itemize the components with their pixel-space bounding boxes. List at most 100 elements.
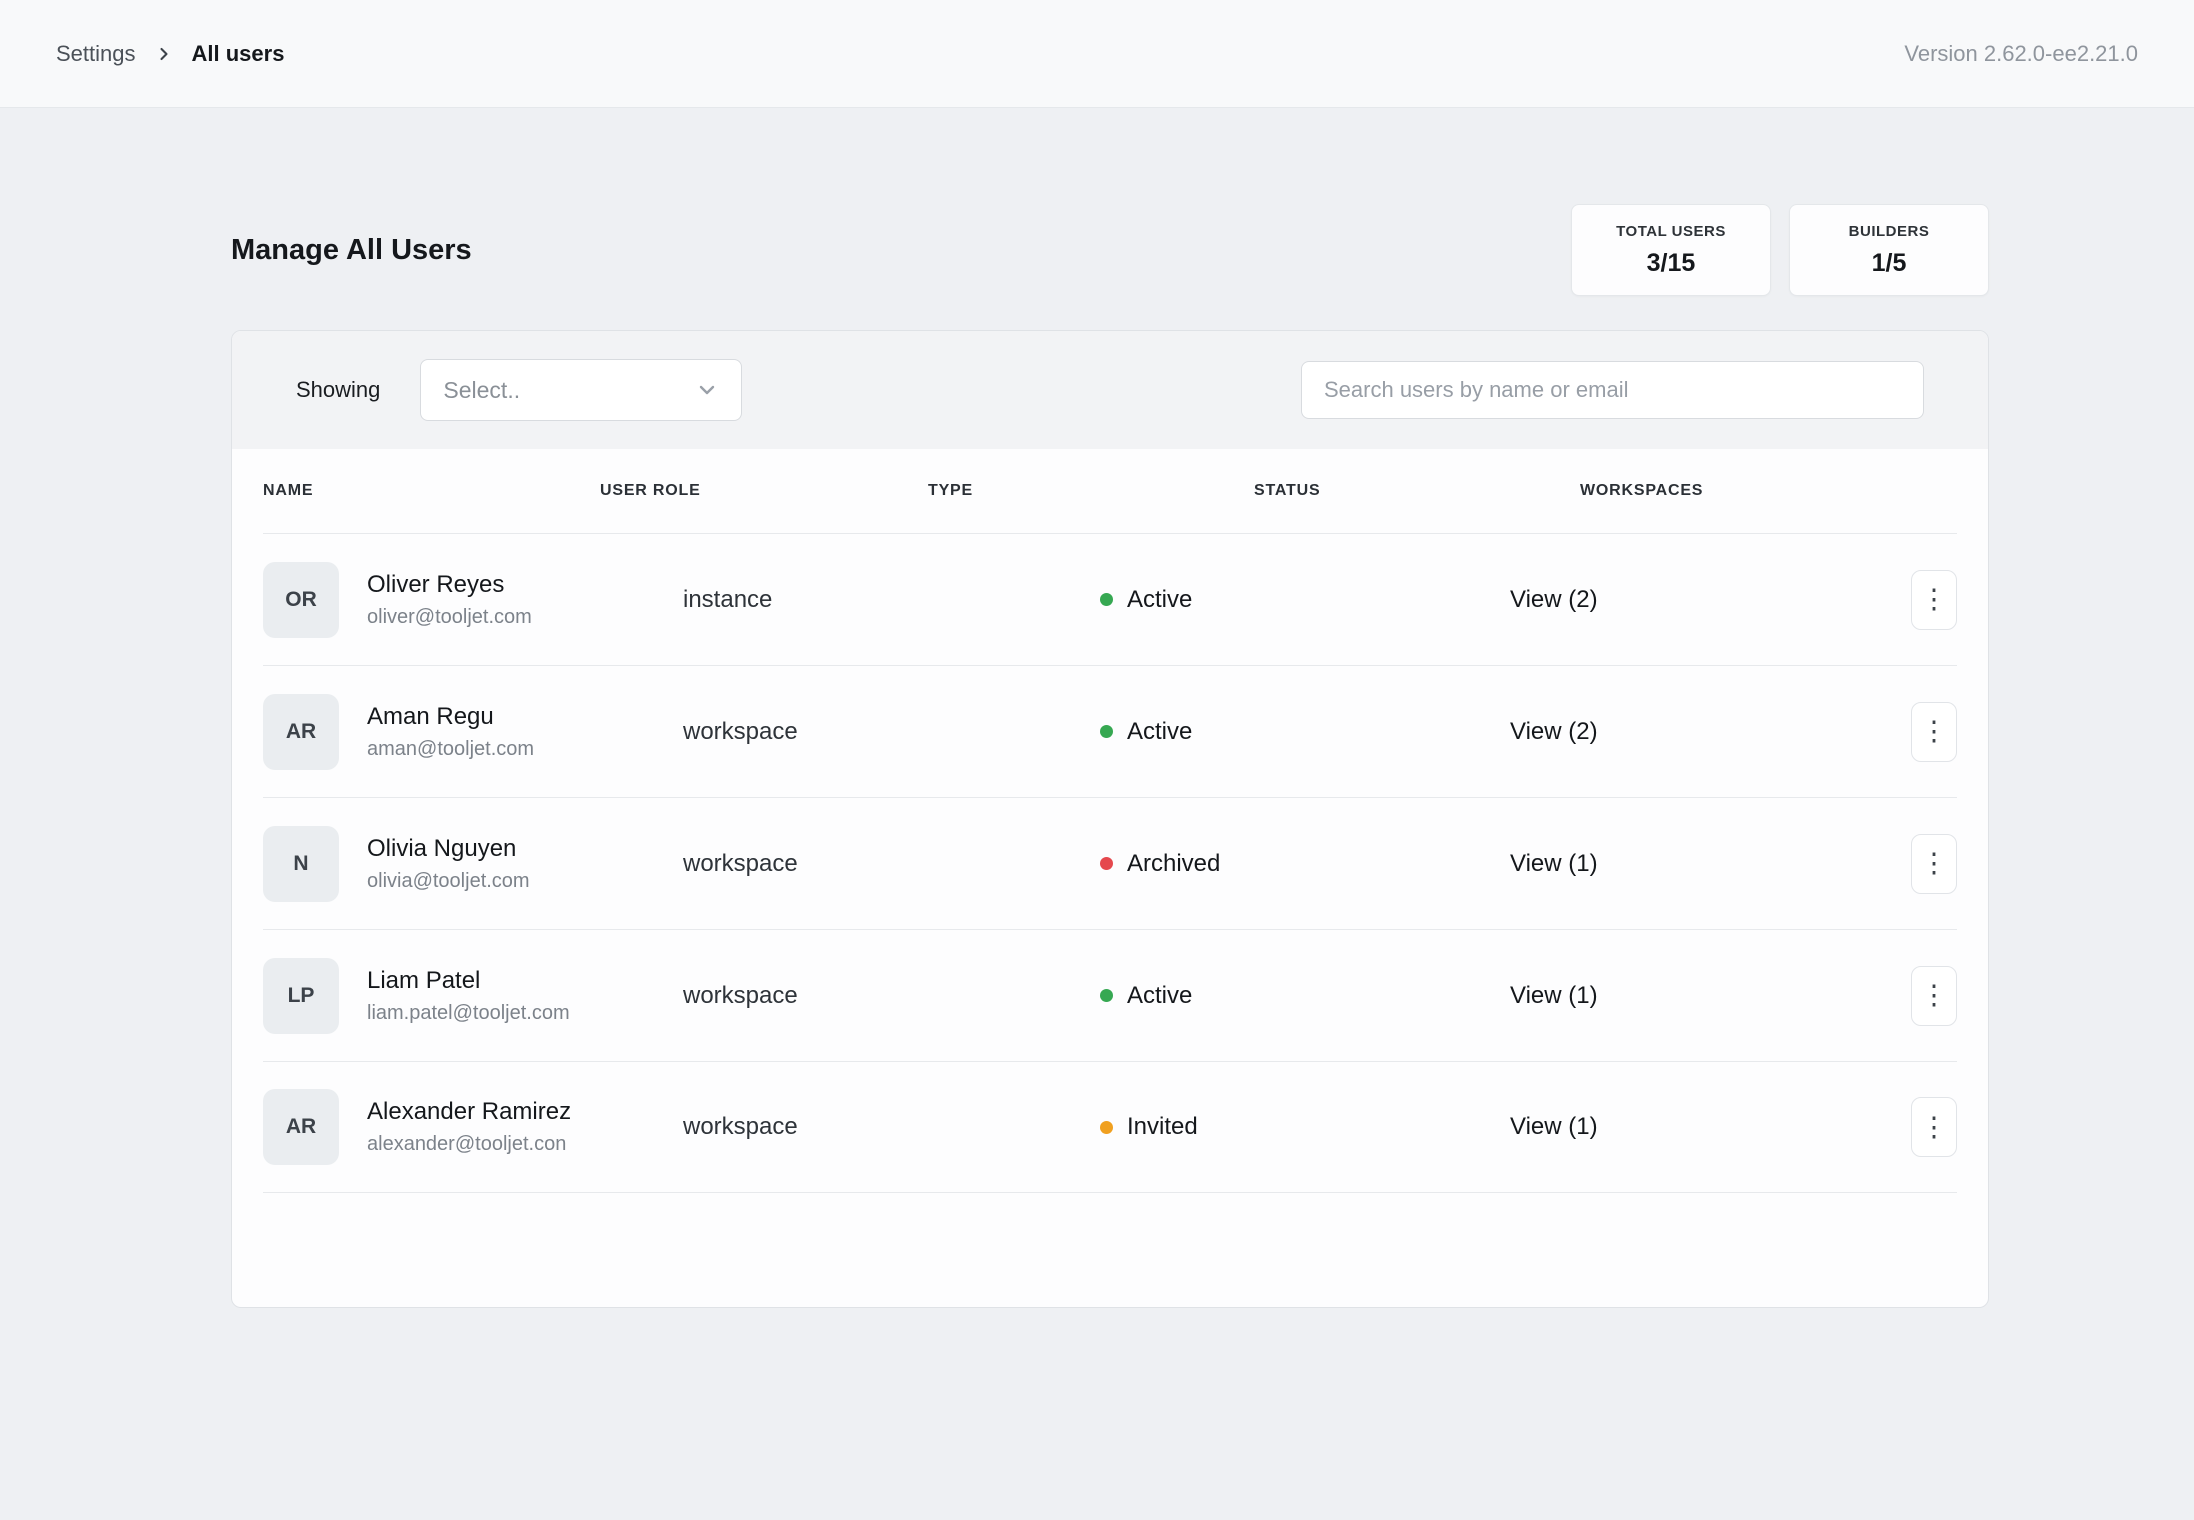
user-email: liam.patel@tooljet.com [367, 1002, 570, 1025]
user-email: oliver@tooljet.com [367, 606, 532, 629]
name-cell: N Olivia Nguyen olivia@tooljet.com [263, 826, 683, 902]
user-email: aman@tooljet.com [367, 738, 534, 761]
search-input[interactable] [1301, 361, 1924, 419]
view-workspaces-link[interactable]: View (2) [1510, 718, 1598, 745]
status-dot-icon [1100, 1121, 1113, 1134]
row-menu-button[interactable]: ⋮ [1911, 1097, 1957, 1157]
view-workspaces-link[interactable]: View (1) [1510, 982, 1598, 1009]
user-role: workspace [683, 718, 1100, 746]
workspaces-cell: View (2) [1510, 586, 1820, 614]
row-menu-button[interactable]: ⋮ [1911, 966, 1957, 1026]
chevron-right-icon [154, 44, 174, 64]
user-name: Alexander Ramirez [367, 1098, 571, 1126]
user-name: Olivia Nguyen [367, 835, 530, 863]
total-users-value: 3/15 [1647, 249, 1696, 278]
column-header-status: STATUS [1254, 482, 1580, 500]
user-email: alexander@tooljet.con [367, 1133, 571, 1156]
user-name: Liam Patel [367, 967, 570, 995]
column-header-user-role: USER ROLE [600, 482, 928, 500]
status-dot-icon [1100, 857, 1113, 870]
status-label: Archived [1127, 850, 1220, 878]
kebab-icon: ⋮ [1921, 1114, 1948, 1141]
user-role: workspace [683, 850, 1100, 878]
actions-cell: ⋮ [1820, 702, 1957, 762]
kebab-icon: ⋮ [1921, 982, 1948, 1009]
breadcrumb-current: All users [192, 41, 285, 67]
status-dot-icon [1100, 989, 1113, 1002]
status-label: Active [1127, 586, 1192, 614]
status-label: Invited [1127, 1113, 1198, 1141]
view-workspaces-link[interactable]: View (1) [1510, 850, 1598, 877]
table-row: N Olivia Nguyen olivia@tooljet.com works… [263, 797, 1957, 929]
view-workspaces-link[interactable]: View (1) [1510, 1113, 1598, 1140]
avatar: OR [263, 562, 339, 638]
status-dot-icon [1100, 593, 1113, 606]
column-header-type: TYPE [928, 482, 1254, 500]
column-header-name: NAME [263, 482, 600, 500]
actions-cell: ⋮ [1820, 834, 1957, 894]
top-bar: Settings All users Version 2.62.0-ee2.21… [0, 0, 2194, 108]
user-name: Oliver Reyes [367, 571, 532, 599]
status-badge: Active [1100, 982, 1510, 1010]
total-users-label: TOTAL USERS [1616, 223, 1726, 240]
status-badge: Active [1100, 718, 1510, 746]
avatar: AR [263, 694, 339, 770]
breadcrumb: Settings All users [56, 41, 284, 67]
stat-cards: TOTAL USERS 3/15 BUILDERS 1/5 [1571, 204, 1989, 296]
avatar: N [263, 826, 339, 902]
column-header-workspaces: WORKSPACES [1580, 482, 1957, 500]
status-label: Active [1127, 982, 1192, 1010]
builders-label: BUILDERS [1849, 223, 1930, 240]
user-role: workspace [683, 982, 1100, 1010]
total-users-card: TOTAL USERS 3/15 [1571, 204, 1771, 296]
row-menu-button[interactable]: ⋮ [1911, 570, 1957, 630]
page-title: Manage All Users [231, 234, 472, 267]
workspaces-cell: View (1) [1510, 850, 1820, 878]
status-label: Active [1127, 718, 1192, 746]
table-header-row: NAME USER ROLE TYPE STATUS WORKSPACES [263, 449, 1957, 533]
status-filter-value: Select.. [443, 377, 520, 404]
status-badge: Active [1100, 586, 1510, 614]
main-content: Manage All Users TOTAL USERS 3/15 BUILDE… [231, 204, 1989, 1308]
workspaces-cell: View (1) [1510, 982, 1820, 1010]
row-menu-button[interactable]: ⋮ [1911, 834, 1957, 894]
status-badge: Archived [1100, 850, 1510, 878]
table-row: OR Oliver Reyes oliver@tooljet.com insta… [263, 533, 1957, 665]
actions-cell: ⋮ [1820, 570, 1957, 630]
kebab-icon: ⋮ [1921, 718, 1948, 745]
showing-label: Showing [296, 377, 380, 403]
user-role: instance [683, 586, 1100, 614]
table-row: AR Aman Regu aman@tooljet.com workspace … [263, 665, 1957, 797]
title-row: Manage All Users TOTAL USERS 3/15 BUILDE… [231, 204, 1989, 296]
avatar: LP [263, 958, 339, 1034]
workspaces-cell: View (1) [1510, 1113, 1820, 1141]
user-email: olivia@tooljet.com [367, 870, 530, 893]
actions-cell: ⋮ [1820, 1097, 1957, 1157]
table-row: LP Liam Patel liam.patel@tooljet.com wor… [263, 929, 1957, 1061]
actions-cell: ⋮ [1820, 966, 1957, 1026]
name-cell: AR Aman Regu aman@tooljet.com [263, 694, 683, 770]
table-row: AR Alexander Ramirez alexander@tooljet.c… [263, 1061, 1957, 1193]
avatar: AR [263, 1089, 339, 1165]
view-workspaces-link[interactable]: View (2) [1510, 586, 1598, 613]
user-role: workspace [683, 1113, 1100, 1141]
status-filter-select[interactable]: Select.. [420, 359, 742, 421]
users-panel: Showing Select.. NAME USER ROLE TYPE STA… [231, 330, 1989, 1308]
builders-value: 1/5 [1872, 249, 1907, 278]
kebab-icon: ⋮ [1921, 586, 1948, 613]
kebab-icon: ⋮ [1921, 850, 1948, 877]
name-cell: AR Alexander Ramirez alexander@tooljet.c… [263, 1089, 683, 1165]
users-table: NAME USER ROLE TYPE STATUS WORKSPACES OR… [232, 449, 1988, 1193]
name-cell: LP Liam Patel liam.patel@tooljet.com [263, 958, 683, 1034]
status-badge: Invited [1100, 1113, 1510, 1141]
status-dot-icon [1100, 725, 1113, 738]
user-name: Aman Regu [367, 703, 534, 731]
version-label: Version 2.62.0-ee2.21.0 [1904, 41, 2138, 67]
workspaces-cell: View (2) [1510, 718, 1820, 746]
chevron-down-icon [695, 378, 719, 402]
builders-card: BUILDERS 1/5 [1789, 204, 1989, 296]
breadcrumb-settings-link[interactable]: Settings [56, 41, 136, 67]
filter-row: Showing Select.. [232, 331, 1988, 449]
row-menu-button[interactable]: ⋮ [1911, 702, 1957, 762]
name-cell: OR Oliver Reyes oliver@tooljet.com [263, 562, 683, 638]
